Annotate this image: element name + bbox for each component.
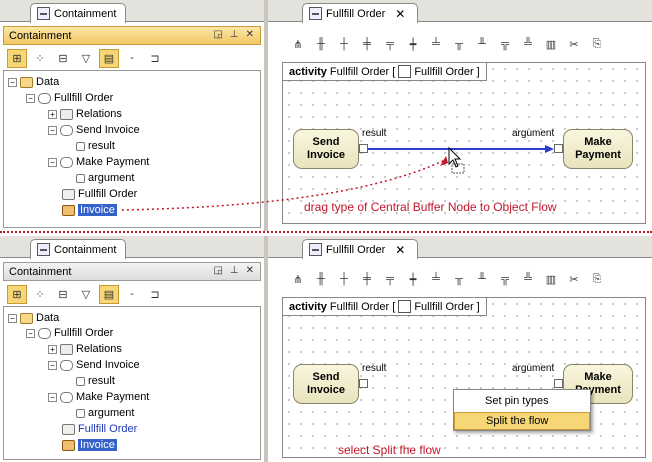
align-center-icon[interactable]: ┼ xyxy=(334,270,354,289)
pin-icon xyxy=(76,408,85,418)
filter-icon[interactable]: ▽ xyxy=(76,285,96,304)
dash-icon: - xyxy=(130,288,134,300)
activity-icon xyxy=(38,327,51,339)
tree-item-send-invoice[interactable]: − Send Invoice xyxy=(48,357,140,373)
tree-item-relations[interactable]: + Relations xyxy=(48,341,122,357)
align-right-icon[interactable]: ╪ xyxy=(357,270,377,289)
tree-item-data[interactable]: − Data xyxy=(8,310,59,326)
expand-all-icon[interactable]: ⊞ xyxy=(7,284,27,304)
drag-arrowhead xyxy=(440,156,448,166)
menu-item-split-the-flow[interactable]: Split the flow xyxy=(454,412,590,430)
result-pin-bottom[interactable] xyxy=(359,379,368,388)
show-icon[interactable]: ▤ xyxy=(99,284,119,304)
argument-pin-label-bottom: argument xyxy=(512,363,555,374)
containment-icon xyxy=(37,243,50,256)
same-height-icon[interactable]: ╩ xyxy=(518,270,538,289)
restore-icon[interactable]: ◲ xyxy=(213,265,222,276)
annotation-top: drag type of Central Buffer Node to Obje… xyxy=(304,200,557,214)
result-pin-label-bottom: result xyxy=(362,363,387,374)
tree-item-argument[interactable]: argument xyxy=(76,405,134,421)
argument-pin-bottom[interactable] xyxy=(554,379,563,388)
same-width-icon[interactable]: ╦ xyxy=(495,270,515,289)
containment-tree-bottom: − Data − Fullfill Order + Relations − Send I… xyxy=(3,306,261,460)
pane-splitter-bottom[interactable] xyxy=(264,236,268,462)
dots-icon[interactable]: ⁘ xyxy=(30,285,50,304)
diagram-icon xyxy=(62,423,75,435)
pin-icon[interactable]: ⊥ xyxy=(230,265,239,276)
section-divider xyxy=(0,231,652,233)
align-bottom-icon[interactable]: ╧ xyxy=(426,270,446,289)
align-middle-icon[interactable]: ┿ xyxy=(403,270,423,289)
object-flow-arrowhead xyxy=(545,145,554,153)
close-tab-icon[interactable]: ✕ xyxy=(395,243,405,257)
diagram-toolbar-bottom: ⋔ ╫ ┼ ╪ ╤ ┿ ╧ ╥ ╨ ╦ ╩ ▥ ✂ ⎘ xyxy=(284,267,652,291)
layout-icon[interactable]: ⋔ xyxy=(288,270,308,289)
frame-diagram-icon xyxy=(398,300,412,313)
relations-icon xyxy=(60,343,73,355)
action-icon xyxy=(60,391,73,403)
containment-toolbar-bottom: ⊞ ⁘ ⊟ ▽ ▤ - ⊐ xyxy=(3,282,261,306)
tree-icon[interactable]: ⊟ xyxy=(53,285,73,304)
tab-containment-bottom[interactable]: Containment xyxy=(30,239,126,259)
left-tabbar-bottom: Containment xyxy=(0,236,264,259)
distribute-v-icon[interactable]: ╨ xyxy=(472,270,492,289)
same-size-icon[interactable]: ▥ xyxy=(541,270,561,289)
pin-icon xyxy=(76,376,85,386)
align-left-icon[interactable]: ╫ xyxy=(311,270,331,289)
copy-icon[interactable]: ⎘ xyxy=(587,270,607,289)
buffer-icon xyxy=(62,439,75,451)
align-top-icon[interactable]: ╤ xyxy=(380,270,400,289)
tree-item-fullfill-order[interactable]: − Fullfill Order xyxy=(26,325,113,341)
diagram-icon xyxy=(309,243,322,256)
package-icon xyxy=(20,312,33,324)
tree-item-fullfill-order-diagram[interactable]: Fullfill Order xyxy=(62,421,137,437)
menu-item-set-pin-types[interactable]: Set pin types xyxy=(454,392,590,410)
tab-fullfill-order-bottom[interactable]: Fullfill Order ✕ xyxy=(302,239,418,259)
cut-icon[interactable]: ✂ xyxy=(564,270,584,289)
distribute-h-icon[interactable]: ╥ xyxy=(449,270,469,289)
containment-pane-header-bottom: Containment ◲ ⊥ ✕ xyxy=(3,262,261,281)
folder-icon[interactable]: ⊐ xyxy=(145,285,165,304)
frame-label: activity Fullfill Order [Fullfill Order ] xyxy=(283,298,487,316)
close-icon[interactable]: ✕ xyxy=(246,265,254,276)
diagram-tabbar-bottom: Fullfill Order ✕ xyxy=(268,236,652,259)
context-menu: Set pin types Split the flow xyxy=(453,389,591,431)
action-icon xyxy=(60,359,73,371)
tree-item-result[interactable]: result xyxy=(76,373,115,389)
tree-item-make-payment[interactable]: − Make Payment xyxy=(48,389,149,405)
tree-item-invoice[interactable]: Invoice xyxy=(62,437,117,453)
send-invoice-node-bottom[interactable]: Send Invoice xyxy=(293,364,359,404)
annotation-bottom: select Split fhe flow xyxy=(338,443,441,457)
